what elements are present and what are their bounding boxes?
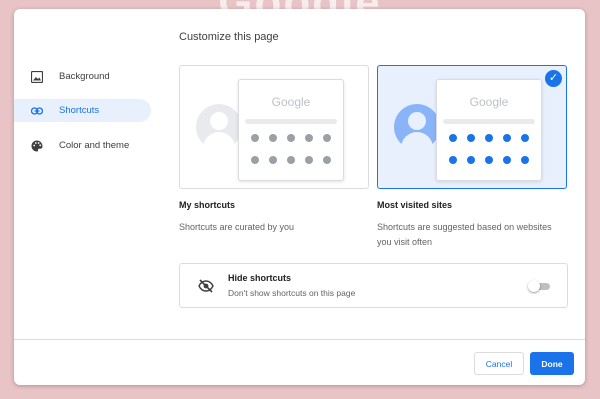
nav-label: Shortcuts xyxy=(59,105,100,116)
link-icon xyxy=(31,107,43,115)
preview-google-logo: Google xyxy=(469,95,509,109)
option-my-shortcuts[interactable]: Google xyxy=(179,65,369,189)
option-description: Shortcuts are suggested based on website… xyxy=(377,222,552,247)
customize-dialog: Customize this page Background Shortcuts… xyxy=(14,9,585,385)
preview-shortcut-row xyxy=(449,134,529,142)
footer-divider xyxy=(14,339,585,340)
dialog-title: Customize this page xyxy=(179,31,279,43)
image-icon xyxy=(31,71,43,83)
palette-icon xyxy=(31,140,43,152)
nav-item-background[interactable]: Background xyxy=(14,65,151,88)
globe-illustration xyxy=(394,104,440,152)
nav-item-color-and-theme[interactable]: Color and theme xyxy=(14,134,151,157)
option-title: Most visited sites xyxy=(377,200,453,210)
hide-shortcuts-row[interactable]: Hide shortcuts Don't show shortcuts on t… xyxy=(179,263,568,308)
preview-shortcut-row xyxy=(449,156,529,164)
cancel-button[interactable]: Cancel xyxy=(474,352,524,375)
hide-shortcuts-title: Hide shortcuts xyxy=(228,273,292,283)
nav-item-shortcuts[interactable]: Shortcuts xyxy=(14,99,151,122)
option-title: My shortcuts xyxy=(179,200,236,210)
eye-off-icon xyxy=(198,279,214,293)
option-description: Shortcuts are curated by you xyxy=(179,222,295,232)
preview-shortcut-row xyxy=(251,134,331,142)
option-most-visited-sites[interactable]: Google ✓ xyxy=(377,65,567,189)
avatar-illustration xyxy=(196,104,242,152)
selected-check-icon: ✓ xyxy=(545,70,562,87)
hide-shortcuts-description: Don't show shortcuts on this page xyxy=(228,288,356,298)
nav-label: Color and theme xyxy=(59,140,130,151)
preview-shortcut-row xyxy=(251,156,331,164)
preview-search-bar xyxy=(245,119,337,124)
preview-page: Google xyxy=(436,79,542,181)
preview-google-logo: Google xyxy=(271,95,311,109)
preview-search-bar xyxy=(443,119,535,124)
done-button[interactable]: Done xyxy=(530,352,574,375)
preview-page: Google xyxy=(238,79,344,181)
nav-label: Background xyxy=(59,71,110,82)
hide-shortcuts-toggle[interactable] xyxy=(528,280,550,292)
